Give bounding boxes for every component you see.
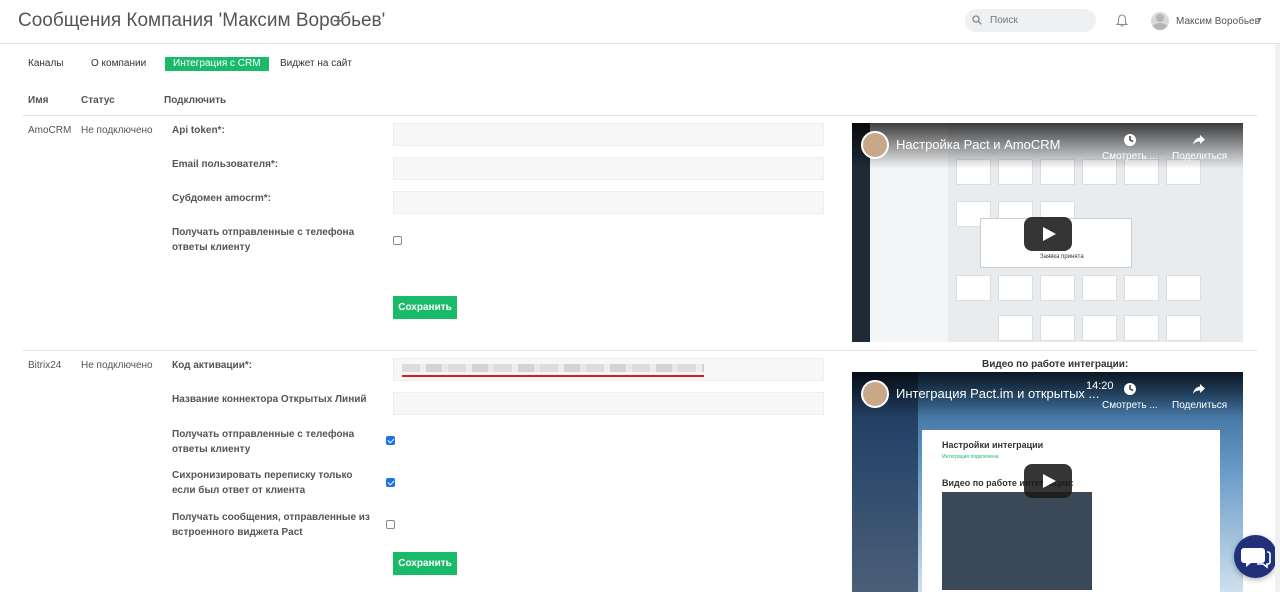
video-page: Настройки интеграции Интеграция подключе…	[922, 430, 1220, 592]
video-tile	[998, 275, 1033, 301]
video-tile	[1124, 315, 1159, 341]
video-tile	[1124, 275, 1159, 301]
video-caption: Видео по работе интеграции:	[982, 359, 1129, 370]
video-tile	[1082, 275, 1117, 301]
scrollbar[interactable]	[1275, 44, 1280, 592]
integration-status: Не подключено	[81, 125, 153, 136]
add-button[interactable]: +	[333, 11, 344, 33]
tab-about-company[interactable]: О компании	[91, 57, 146, 71]
avatar[interactable]	[1151, 12, 1169, 30]
watch-later-button[interactable]: Смотреть ...	[1102, 151, 1158, 162]
sync-only-replied-checkbox[interactable]	[386, 478, 395, 487]
phone-replies-checkbox[interactable]	[393, 236, 402, 245]
field-label: Код активации*:	[172, 360, 253, 371]
share-button[interactable]: Поделиться	[1172, 151, 1227, 162]
tab-crm-integration[interactable]: Интеграция с CRM	[165, 57, 269, 71]
column-header-name: Имя	[28, 95, 49, 106]
save-button[interactable]: Сохранить	[393, 296, 457, 319]
divider	[22, 115, 1258, 116]
chevron-down-icon[interactable]: ▼	[1256, 17, 1263, 24]
channel-avatar[interactable]	[861, 131, 889, 159]
tab-site-widget[interactable]: Виджет на сайт	[280, 57, 352, 71]
video-tile	[998, 315, 1033, 341]
checkbox-label: Получать отправленные с телефона ответы …	[172, 227, 355, 253]
clock-icon[interactable]	[1123, 133, 1137, 147]
subdomain-input[interactable]	[393, 191, 824, 214]
widget-messages-checkbox[interactable]	[386, 520, 395, 529]
video-popup-text: Заявка принята	[1040, 254, 1084, 260]
video-title[interactable]: Настройка Pact и AmoCRM	[896, 137, 1060, 152]
checkbox-label: Получать отправленные с телефона ответы …	[172, 429, 355, 455]
play-button[interactable]	[1024, 217, 1072, 251]
bell-icon[interactable]	[1116, 14, 1128, 27]
column-header-status: Статус	[81, 95, 115, 106]
field-label: Api token*:	[172, 125, 225, 136]
integration-name: Bitrix24	[28, 360, 62, 371]
video-tile	[1040, 275, 1075, 301]
connector-name-input[interactable]	[393, 392, 824, 415]
checkbox-label: Сихронизировать переписку только если бы…	[172, 470, 353, 496]
video-tile	[1082, 315, 1117, 341]
field-label: Email пользователя*:	[172, 159, 279, 170]
email-field[interactable]	[393, 157, 824, 180]
video-tile	[1040, 315, 1075, 341]
share-button[interactable]: Поделиться	[1172, 400, 1227, 411]
channel-avatar[interactable]	[861, 380, 889, 408]
divider	[22, 350, 1258, 351]
blurred-value	[402, 364, 704, 372]
avatar-head	[1156, 14, 1164, 22]
field-label: Субдомен amocrm*:	[172, 193, 271, 204]
tab-channels[interactable]: Каналы	[28, 57, 64, 71]
field-label: Название коннектора Открытых Линий	[172, 394, 367, 405]
share-icon[interactable]	[1192, 382, 1206, 396]
video-player[interactable]: Заявка принята Настройка Pact и AmoCRM С…	[852, 123, 1243, 342]
video-page-status: Интеграция подключена	[942, 454, 999, 460]
video-title[interactable]: Интеграция Pact.im и открытых ...	[896, 386, 1099, 401]
video-time: 14:20	[1086, 380, 1114, 392]
highlight-underline	[402, 375, 704, 377]
watch-later-button[interactable]: Смотреть ...	[1102, 400, 1158, 411]
play-button[interactable]	[1024, 464, 1072, 498]
phone-replies-checkbox[interactable]	[386, 436, 395, 445]
user-name[interactable]: Максим Воробьев	[1176, 16, 1260, 27]
chat-widget-button[interactable]	[1234, 535, 1277, 578]
nested-video	[942, 492, 1092, 590]
search-icon	[972, 15, 982, 25]
search-input[interactable]	[990, 10, 1090, 31]
share-icon[interactable]	[1192, 133, 1206, 147]
video-page-heading: Настройки интеграции	[942, 440, 1044, 450]
column-header-connect: Подключить	[164, 95, 227, 106]
video-player[interactable]: Настройки интеграции Интеграция подключе…	[852, 372, 1243, 592]
save-button[interactable]: Сохранить	[393, 552, 457, 575]
chat-icon	[1241, 548, 1271, 569]
video-tile	[956, 275, 991, 301]
video-tile	[1166, 275, 1201, 301]
avatar-body	[1152, 23, 1168, 30]
api-token-input[interactable]	[393, 123, 824, 146]
top-bar: Сообщения Компания 'Максим Воробьев' + М…	[0, 0, 1280, 44]
page-title: Сообщения Компания 'Максим Воробьев'	[18, 10, 386, 31]
integration-status: Не подключено	[81, 360, 153, 371]
video-tile	[1166, 315, 1201, 341]
clock-icon[interactable]	[1123, 382, 1137, 396]
checkbox-label: Получать сообщения, отправленные из встр…	[172, 512, 370, 538]
integration-name: AmoCRM	[28, 125, 72, 136]
